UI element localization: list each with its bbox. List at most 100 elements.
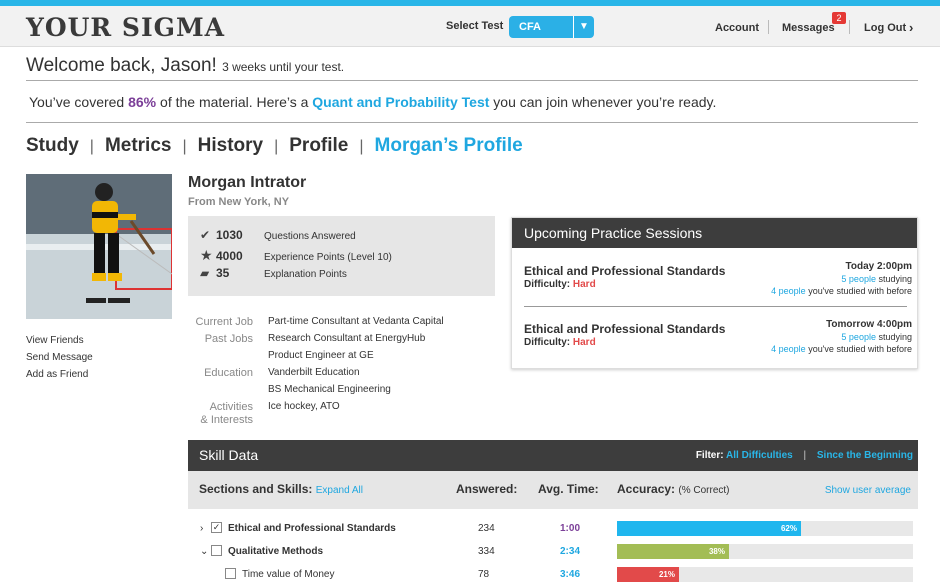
skill-checkbox[interactable] [211, 545, 222, 556]
filter-label: Filter: [695, 450, 724, 461]
main-nav: Study | Metrics | History | Profile | Morgan’s P… [26, 135, 523, 157]
nav-separator: | [182, 138, 187, 155]
skill-filters: Filter: All Difficulties | Since the Beg… [696, 450, 913, 461]
skill-row[interactable]: › ✓ Ethical and Professional Standards 234 1… [188, 520, 918, 540]
stat-label: Explanation Points [264, 269, 347, 280]
col-answered[interactable]: Answered: [456, 482, 517, 496]
col-avg-time[interactable]: Avg. Time: [538, 482, 599, 496]
info-label: Current Job [195, 316, 253, 328]
welcome-text: Welcome back, Jason! [26, 55, 217, 76]
progress-message: You’ve covered 86% of the material. Here… [29, 94, 716, 110]
session-difficulty: Difficulty: Hard [524, 279, 596, 290]
skill-avg-time: 2:34 [560, 546, 581, 557]
chevron-down-icon[interactable]: ⌄ [200, 546, 208, 557]
difficulty-value: Hard [572, 279, 596, 290]
info-label: & Interests [200, 414, 253, 426]
divider [26, 122, 918, 123]
studied-with-link[interactable]: 4 people [771, 286, 806, 296]
studying-text: studying [875, 274, 912, 284]
tab-profile[interactable]: Profile [289, 135, 348, 157]
chevron-right-icon: › [909, 20, 914, 35]
accuracy-bar: 21% [617, 567, 913, 582]
info-value: Ice hockey, ATO [268, 401, 340, 412]
logout-link[interactable]: Log Out [864, 22, 906, 34]
view-friends-link[interactable]: View Friends [26, 332, 93, 349]
tab-morgans-profile[interactable]: Morgan’s Profile [375, 135, 523, 157]
difficulty-value: Hard [572, 337, 596, 348]
studied-with-count: 4 people you've studied with before [771, 286, 912, 296]
stat-label: Questions Answered [264, 231, 356, 242]
panel-title: Skill Data [199, 447, 259, 463]
messages-link[interactable]: Messages [782, 22, 835, 34]
info-value: Vanderbilt Education [268, 367, 360, 378]
speech-bubble-icon: ▰ [200, 266, 210, 280]
studied-with-link[interactable]: 4 people [771, 344, 806, 354]
accuracy-bar: 62% [617, 521, 913, 536]
difficulty-label: Difficulty: [524, 337, 573, 348]
expand-all-link[interactable]: Expand All [316, 485, 363, 496]
filter-separator: | [803, 450, 807, 461]
skill-name: Ethical and Professional Standards [228, 523, 396, 534]
studying-count: 5 people studying [841, 332, 912, 342]
show-user-average-label: Show user average [824, 485, 911, 496]
skill-answered: 78 [478, 569, 490, 580]
star-icon: ★ [200, 247, 213, 263]
skill-answered: 234 [478, 523, 495, 534]
account-link[interactable]: Account [715, 22, 759, 34]
col-sections: Sections and Skills: Expand All [199, 482, 363, 496]
logo[interactable]: YOUR SIGMA [26, 13, 225, 42]
studying-count-link[interactable]: 5 people [841, 332, 876, 342]
skill-checkbox[interactable]: ✓ [211, 522, 222, 533]
studying-count-link[interactable]: 5 people [841, 274, 876, 284]
nav-separator: | [89, 138, 94, 155]
info-label: Activities [209, 401, 253, 413]
session-title: Ethical and Professional Standards [524, 322, 726, 336]
skill-row[interactable]: Time value of Money 78 3:46 21% [188, 566, 918, 585]
test-select-dropdown[interactable]: CFA ▼ [509, 16, 594, 38]
info-value: Research Consultant at EnergyHub [268, 333, 426, 344]
chevron-right-icon[interactable]: › [200, 523, 203, 534]
accuracy-bar-fill: 62% [617, 521, 801, 536]
skill-name: Time value of Money [242, 569, 335, 580]
divider [768, 20, 769, 34]
progress-text: of the material. Here’s a [156, 94, 313, 110]
chevron-down-icon[interactable]: ▼ [573, 16, 594, 38]
filter-difficulty[interactable]: All Difficulties [726, 450, 793, 461]
session-difficulty: Difficulty: Hard [524, 337, 596, 348]
accuracy-bar: 38% [617, 544, 913, 559]
nav-separator: | [274, 138, 279, 155]
difficulty-label: Difficulty: [524, 279, 573, 290]
session-title: Ethical and Professional Standards [524, 264, 726, 278]
panel-title: Upcoming Practice Sessions [512, 218, 917, 248]
tab-metrics[interactable]: Metrics [105, 135, 172, 157]
divider [26, 80, 918, 81]
add-as-friend-link[interactable]: Add as Friend [26, 366, 93, 383]
stat-row: ★ 4000 Experience Points (Level 10) [200, 247, 392, 264]
studied-with-text: you've studied with before [805, 344, 912, 354]
profile-actions: View Friends Send Message Add as Friend [26, 332, 93, 383]
stat-row: ▰ 35 Explanation Points [200, 266, 347, 280]
profile-stats: ✔ 1030 Questions Answered ★ 4000 Experience … [188, 216, 495, 296]
skill-avg-time: 1:00 [560, 523, 581, 534]
send-message-link[interactable]: Send Message [26, 349, 93, 366]
upcoming-sessions-panel: Upcoming Practice Sessions Ethical and P… [511, 217, 918, 369]
check-circle-icon: ✔ [200, 228, 211, 242]
select-test-label: Select Test [446, 20, 504, 32]
col-accuracy[interactable]: Accuracy: (% Correct) [617, 482, 730, 496]
profile-name: Morgan Intrator [188, 174, 307, 191]
skill-checkbox[interactable] [225, 568, 236, 579]
quant-test-link[interactable]: Quant and Probability Test [312, 94, 489, 110]
skill-avg-time: 3:46 [560, 569, 581, 580]
tab-study[interactable]: Study [26, 135, 79, 157]
studying-count: 5 people studying [841, 274, 912, 284]
stat-row: ✔ 1030 Questions Answered [200, 228, 356, 242]
header-bar: YOUR SIGMA Select Test CFA ▼ Account Mes… [0, 6, 940, 47]
skill-row[interactable]: ⌄ Qualitative Methods 334 2:34 38% [188, 543, 918, 563]
stat-value: 1030 [216, 228, 243, 242]
tab-history[interactable]: History [198, 135, 263, 157]
col-sections-label: Sections and Skills: [199, 482, 313, 496]
show-user-average-link[interactable]: Show user average [825, 482, 911, 496]
messages-count-badge: 2 [832, 12, 846, 24]
info-label: Education [204, 367, 253, 379]
filter-time-range[interactable]: Since the Beginning [817, 450, 913, 461]
